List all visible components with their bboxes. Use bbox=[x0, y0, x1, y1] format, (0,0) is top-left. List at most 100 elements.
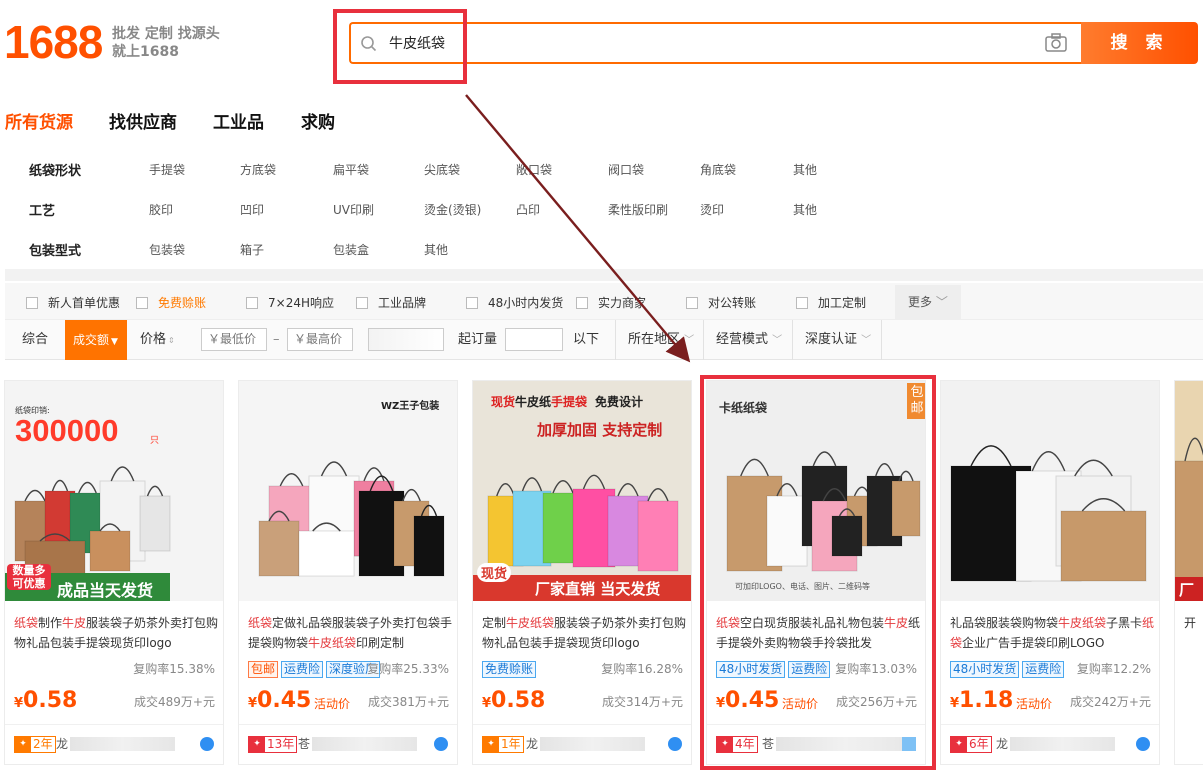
attribute-option[interactable]: UV印刷 bbox=[333, 201, 374, 218]
moq-input[interactable] bbox=[505, 328, 563, 351]
sort-general[interactable]: 综合 bbox=[22, 320, 48, 360]
product-title[interactable]: 开 bbox=[1184, 613, 1203, 653]
attribute-option[interactable]: 角底袋 bbox=[700, 161, 736, 178]
currency-symbol: ¥ bbox=[14, 696, 24, 711]
filter-label[interactable]: 新人首单优惠 bbox=[48, 295, 120, 311]
tab-all-goods[interactable]: 所有货源 bbox=[5, 111, 73, 135]
location-dropdown[interactable]: 所在地区 ﹀ bbox=[615, 320, 703, 360]
attribute-option[interactable]: 胶印 bbox=[149, 201, 173, 218]
product-image[interactable]: WZ王子包装 bbox=[239, 381, 457, 601]
product-image[interactable]: 纸袋印销: 300000 只数量多 可优惠 成品当天发货 bbox=[5, 381, 223, 601]
location-label: 所在地区 bbox=[628, 332, 681, 347]
filter-checkbox[interactable] bbox=[356, 297, 368, 309]
product-card[interactable]: 纸袋印销: 300000 只数量多 可优惠 成品当天发货纸袋制作牛皮服装袋子奶茶外卖打… bbox=[4, 380, 224, 765]
product-card[interactable]: 厂开 bbox=[1174, 380, 1203, 765]
bag-handle bbox=[582, 474, 606, 490]
attribute-label: 包装型式 bbox=[29, 244, 82, 259]
attribute-option[interactable]: 其他 bbox=[793, 161, 817, 178]
service-tags: 48小时发货 运费险 bbox=[950, 661, 1067, 678]
chevron-down-icon: ﹀ bbox=[772, 335, 783, 346]
camera-icon[interactable] bbox=[1044, 32, 1068, 54]
filter-label[interactable]: 工业品牌 bbox=[378, 295, 426, 311]
attribute-option[interactable]: 尖底袋 bbox=[424, 161, 460, 178]
filter-label[interactable]: 实力商家 bbox=[598, 295, 646, 311]
divider bbox=[5, 269, 1203, 281]
product-card[interactable]: WZ王子包装纸袋定做礼品袋服装袋子外卖打包袋手提袋购物袋牛皮纸袋印刷定制包邮 运费… bbox=[238, 380, 458, 765]
service-tag[interactable]: 运费险 bbox=[1022, 661, 1065, 678]
seller-name[interactable]: 龙 bbox=[56, 735, 68, 753]
filter-label[interactable]: 48小时内发货 bbox=[488, 295, 563, 311]
seller-name[interactable]: 苍 bbox=[298, 735, 310, 753]
product-title[interactable]: 纸袋定做礼品袋服装袋子外卖打包袋手提袋购物袋牛皮纸袋印刷定制 bbox=[248, 613, 453, 653]
tab-industrial[interactable]: 工业品 bbox=[213, 111, 264, 135]
bag-handle bbox=[78, 481, 97, 494]
service-tag[interactable]: 48小时发货 bbox=[950, 661, 1020, 678]
filter-label[interactable]: 7×24H响应 bbox=[268, 295, 334, 311]
sort-price[interactable]: 价格 ⇕ bbox=[140, 320, 175, 360]
product-image[interactable]: 现货牛皮纸手提袋 免费设计 加厚加固 支持定制 现货 厂家直销 当天发货 bbox=[473, 381, 691, 601]
product-price: ¥0.45 bbox=[248, 686, 311, 719]
chat-icon[interactable] bbox=[1136, 737, 1150, 751]
filter-checkbox[interactable] bbox=[686, 297, 698, 309]
product-card[interactable]: 现货牛皮纸手提袋 免费设计 加厚加固 支持定制 现货 厂家直销 当天发货定制牛皮纸袋服装… bbox=[472, 380, 692, 765]
seller-years-badge: ✦ 13年 bbox=[248, 736, 298, 753]
attribute-option[interactable]: 柔性版印刷 bbox=[608, 201, 668, 218]
attribute-option[interactable]: 扁平袋 bbox=[333, 161, 369, 178]
max-price-input[interactable]: ￥最高价 bbox=[287, 328, 353, 351]
attribute-option[interactable]: 烫金(烫银) bbox=[424, 201, 481, 218]
product-image[interactable] bbox=[941, 381, 1159, 601]
more-filters-button[interactable]: 更多 ﹀ bbox=[895, 285, 961, 319]
service-tags: 免费赊账 bbox=[482, 661, 539, 678]
product-title[interactable]: 定制牛皮纸袋服装袋子奶茶外卖打包购物礼品包装手提袋现货印logo bbox=[482, 613, 687, 653]
product-title[interactable]: 礼品袋服装袋购物袋牛皮纸袋子黑卡纸袋企业广告手提袋印刷LOGO bbox=[950, 613, 1155, 653]
filter-checkbox[interactable] bbox=[466, 297, 478, 309]
attribute-option[interactable]: 敞口袋 bbox=[516, 161, 552, 178]
title-keyword: 牛皮 bbox=[62, 616, 87, 630]
attribute-option[interactable]: 凸印 bbox=[516, 201, 540, 218]
sort-volume[interactable]: 成交额 ▼ bbox=[65, 320, 127, 360]
chat-icon[interactable] bbox=[434, 737, 448, 751]
attribute-option[interactable]: 包装袋 bbox=[149, 241, 185, 258]
card-divider bbox=[473, 724, 691, 725]
price-range-slider[interactable] bbox=[368, 328, 444, 351]
attribute-option[interactable]: 凹印 bbox=[240, 201, 264, 218]
title-text: 制作 bbox=[38, 616, 63, 630]
attribute-option[interactable]: 包装盒 bbox=[333, 241, 369, 258]
filter-checkbox[interactable] bbox=[26, 297, 38, 309]
attribute-option[interactable]: 阀口袋 bbox=[608, 161, 644, 178]
promo-banner-text: 厂 bbox=[1179, 581, 1195, 599]
filter-checkbox[interactable] bbox=[576, 297, 588, 309]
filter-label[interactable]: 加工定制 bbox=[818, 295, 866, 311]
attribute-option[interactable]: 手提袋 bbox=[149, 161, 185, 178]
logo[interactable]: 1688 bbox=[4, 14, 103, 70]
bag-handle bbox=[320, 461, 348, 477]
attribute-option[interactable]: 方底袋 bbox=[240, 161, 276, 178]
sales-volume: 成交489万+元 bbox=[134, 695, 215, 709]
attribute-option[interactable]: 其他 bbox=[424, 241, 448, 258]
seller-name[interactable]: 龙 bbox=[526, 735, 538, 753]
attribute-option[interactable]: 其他 bbox=[793, 201, 817, 218]
filter-checkbox[interactable] bbox=[246, 297, 258, 309]
filter-label[interactable]: 免费赊账 bbox=[158, 295, 206, 311]
filter-checkbox[interactable] bbox=[796, 297, 808, 309]
product-image[interactable]: 厂 bbox=[1175, 381, 1203, 601]
certification-dropdown[interactable]: 深度认证 ﹀ bbox=[792, 320, 882, 360]
moq-label: 起订量 bbox=[458, 332, 498, 347]
service-tag[interactable]: 免费赊账 bbox=[482, 661, 537, 678]
search-button[interactable]: 搜 索 bbox=[1081, 22, 1198, 64]
filter-checkbox[interactable] bbox=[136, 297, 148, 309]
product-card[interactable]: 礼品袋服装袋购物袋牛皮纸袋子黑卡纸袋企业广告手提袋印刷LOGO 48小时发货 运费险… bbox=[940, 380, 1160, 765]
service-tag[interactable]: 包邮 bbox=[248, 661, 279, 678]
min-price-input[interactable]: ￥最低价 bbox=[201, 328, 267, 351]
attribute-option[interactable]: 烫印 bbox=[700, 201, 724, 218]
tab-purchase-request[interactable]: 求购 bbox=[301, 111, 335, 135]
tab-suppliers[interactable]: 找供应商 bbox=[109, 111, 177, 135]
filter-label[interactable]: 对公转账 bbox=[708, 295, 756, 311]
chat-icon[interactable] bbox=[668, 737, 682, 751]
chat-icon[interactable] bbox=[200, 737, 214, 751]
attribute-option[interactable]: 箱子 bbox=[240, 241, 264, 258]
business-mode-dropdown[interactable]: 经营模式 ﹀ bbox=[703, 320, 792, 360]
product-title[interactable]: 纸袋制作牛皮服装袋子奶茶外卖打包购物礼品包装手提袋现货印logo bbox=[14, 613, 219, 653]
seller-name[interactable]: 龙 bbox=[996, 735, 1008, 753]
service-tag[interactable]: 运费险 bbox=[281, 661, 324, 678]
